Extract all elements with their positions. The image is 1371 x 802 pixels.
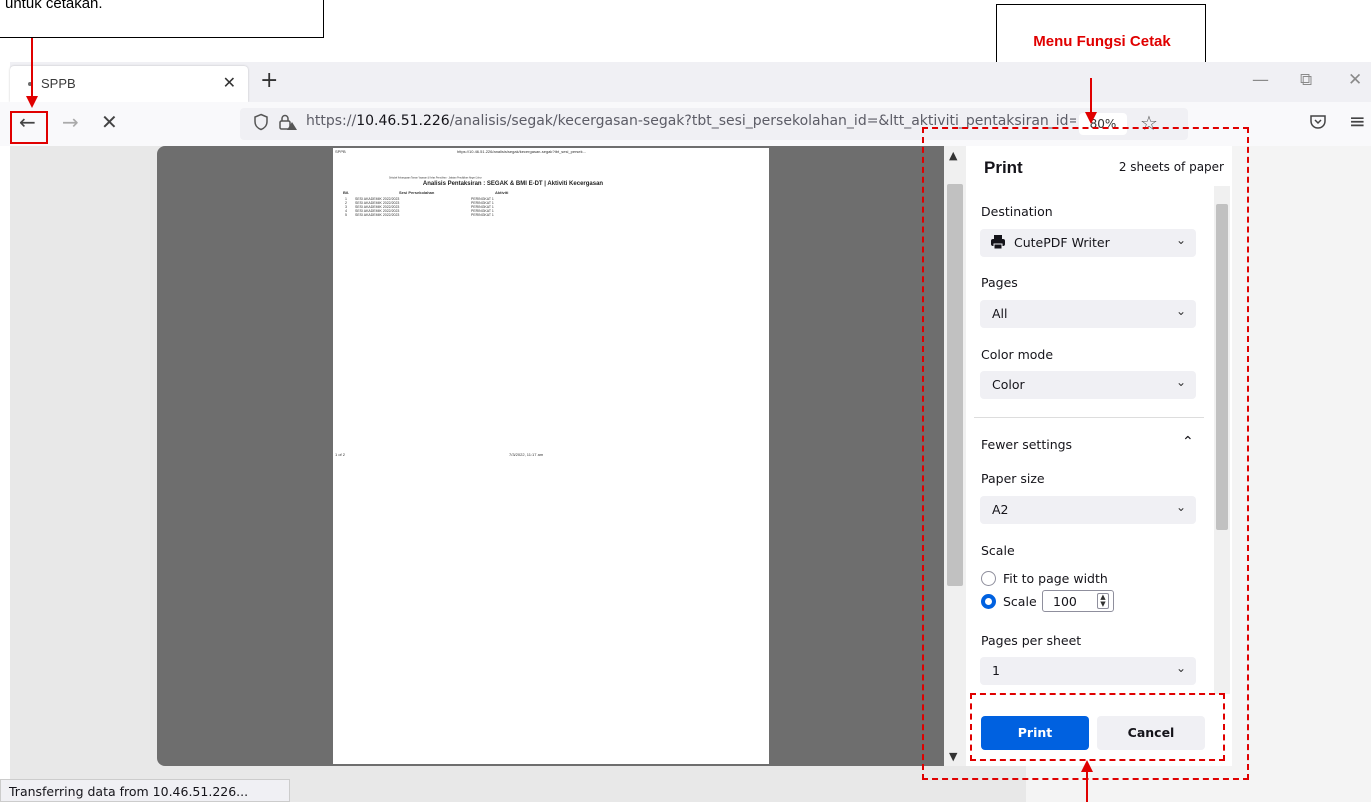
page-footer-right: 7/3/2022, 11:17 am xyxy=(509,452,544,457)
annotation-arrow-menu xyxy=(1090,78,1092,114)
status-bar: Transferring data from 10.46.51.226... xyxy=(0,779,290,802)
annotation-note-text: untuk cetakan. xyxy=(5,0,103,12)
tab-bar: SPPB ✕ + — ⧉ ✕ xyxy=(10,62,1371,102)
tab-sppb[interactable]: SPPB ✕ xyxy=(10,66,248,102)
page-header-left: SPPB xyxy=(335,149,346,154)
plus-icon[interactable]: + xyxy=(260,70,278,92)
screenshot-root: { "annotations": { "top_note": "untuk ce… xyxy=(0,0,1371,802)
restore-icon[interactable]: ⧉ xyxy=(1300,70,1312,90)
annotation-arrow-buttons-head xyxy=(1081,760,1093,772)
lock-warning-icon[interactable] xyxy=(278,113,298,136)
stop-icon[interactable]: ✕ xyxy=(101,112,118,132)
status-text: Transferring data from 10.46.51.226... xyxy=(9,784,249,799)
annotation-arrow-menu-head xyxy=(1085,112,1097,124)
annotation-back-highlight xyxy=(10,111,48,144)
page-subhead: Sekolah Kebangsaan Taman Yayasan & Kelas… xyxy=(389,176,482,179)
url-prefix: https:// xyxy=(306,113,357,129)
forward-arrow-icon[interactable]: → xyxy=(62,112,79,132)
shield-icon[interactable] xyxy=(252,113,270,136)
table-row: 5 xyxy=(345,213,347,217)
page-title: Analisis Pentaksiran : SEGAK & BMI E-DT … xyxy=(422,181,604,187)
annotation-arrow-buttons xyxy=(1086,770,1088,802)
table-row: SESI AKADEMIK 2022/2023 xyxy=(355,213,400,217)
annotation-print-panel-highlight xyxy=(922,127,1249,780)
page-footer-left: 1 of 2 xyxy=(335,452,346,457)
annotation-arrow-back-head xyxy=(26,96,38,108)
window-close-icon[interactable]: ✕ xyxy=(1348,70,1362,90)
hamburger-icon[interactable]: ≡ xyxy=(1349,111,1366,131)
page-col-aktiviti: Aktiviti xyxy=(495,190,509,195)
page-header-url: https://10.46.51.226/analisis/segak/kece… xyxy=(457,149,586,154)
annotation-arrow-back xyxy=(31,38,33,98)
annotation-menu-label: Menu Fungsi Cetak xyxy=(1033,33,1171,50)
close-icon[interactable]: ✕ xyxy=(223,73,236,92)
preview-page: SPPB https://10.46.51.226/analisis/segak… xyxy=(333,148,769,764)
tab-title: SPPB xyxy=(41,76,76,91)
pocket-icon[interactable] xyxy=(1309,114,1327,135)
table-row: PERINGKAT 1 xyxy=(471,213,494,217)
minimize-icon[interactable]: — xyxy=(1252,70,1269,90)
url-host: 10.46.51.226 xyxy=(356,113,450,129)
annotation-note-box: untuk cetakan. xyxy=(0,0,324,38)
page-col-sesi: Sesi Persekolahan xyxy=(399,190,435,195)
page-col-bil: Bil. xyxy=(343,190,350,195)
annotation-buttons-highlight xyxy=(970,693,1225,761)
